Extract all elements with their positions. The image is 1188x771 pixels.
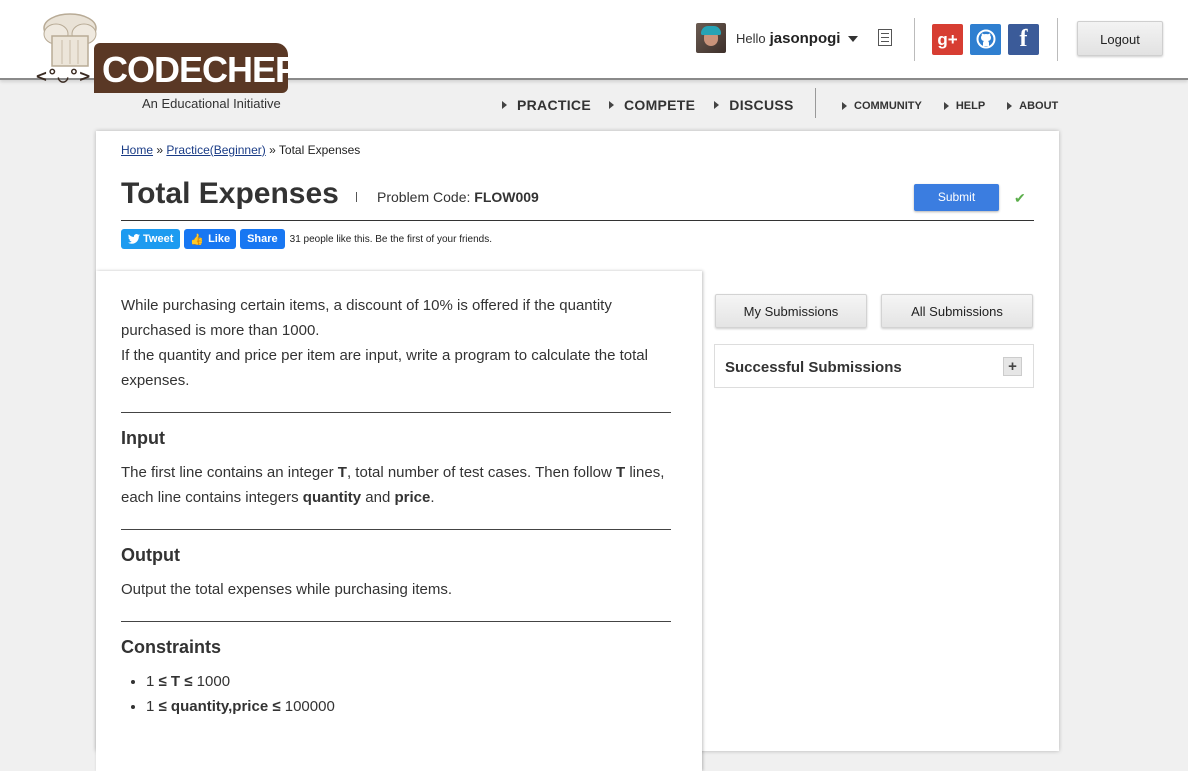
header-divider (914, 18, 915, 61)
checkmark-icon: ✔ (1014, 190, 1026, 206)
main-nav: PRACTICE COMPETE DISCUSS (502, 96, 794, 114)
successful-submissions-panel[interactable]: Successful Submissions + (714, 344, 1034, 388)
problem-code-label: Problem Code: (377, 189, 471, 205)
like-label: Like (208, 233, 231, 245)
chevron-down-icon[interactable] (848, 36, 859, 42)
output-description: Output the total expenses while purchasi… (121, 581, 453, 598)
section-divider (121, 529, 671, 530)
likes-count-text: 31 people like this. Be the first of you… (289, 233, 492, 245)
breadcrumb-current: Total Expenses (278, 143, 361, 157)
input-description: The first line contains an integer T, to… (121, 464, 665, 506)
output-heading: Output (121, 545, 180, 565)
problem-code-value: FLOW009 (474, 189, 539, 205)
nav-about[interactable]: ABOUT (1007, 100, 1058, 112)
nav-divider (815, 88, 816, 118)
like-button[interactable]: 👍 Like (184, 229, 237, 249)
successful-submissions-label: Successful Submissions (725, 359, 902, 376)
constraint-item: 1 ≤ quantity,price ≤ 100000 (146, 694, 335, 719)
logo-text: CODECHEF (102, 49, 297, 90)
nav-label[interactable]: COMPETE (624, 97, 695, 113)
section-divider (121, 621, 671, 622)
page-title: Total Expenses (121, 177, 339, 210)
statement-paragraph: While purchasing certain items, a discou… (121, 297, 612, 339)
my-submissions-button[interactable]: My Submissions (715, 294, 867, 328)
nav-community[interactable]: COMMUNITY (842, 100, 922, 112)
constraint-item: 1 ≤ T ≤ 1000 (146, 669, 335, 694)
share-button[interactable]: Share (240, 229, 285, 249)
notes-icon[interactable] (878, 29, 892, 46)
twitter-icon (128, 234, 140, 244)
breadcrumb-separator: » (156, 143, 164, 157)
user-menu[interactable]: Hello jasonpogi (696, 22, 859, 54)
chef-hat-icon (43, 13, 97, 67)
nav-label[interactable]: HELP (956, 100, 985, 112)
title-divider (356, 192, 357, 202)
codechef-logo[interactable]: <°◡°> CODECHEF An Educational Initiative (36, 12, 297, 112)
submit-button[interactable]: Submit (914, 184, 999, 211)
secondary-nav: COMMUNITY HELP ABOUT (842, 97, 1058, 115)
avatar[interactable] (696, 23, 726, 53)
problem-card: Home » Practice(Beginner) » Total Expens… (96, 131, 1059, 771)
nav-label[interactable]: COMMUNITY (854, 100, 922, 112)
logout-button[interactable]: Logout (1077, 21, 1163, 56)
nav-help[interactable]: HELP (943, 100, 985, 112)
tweet-button[interactable]: Tweet (121, 229, 181, 249)
nav-compete[interactable]: COMPETE (608, 97, 695, 113)
logo-wordmark: CODECHEF (94, 43, 297, 93)
constraints-heading: Constraints (121, 637, 222, 657)
arrow-right-icon (502, 101, 507, 109)
github-icon[interactable] (970, 24, 1001, 55)
plus-icon[interactable]: + (1003, 357, 1022, 376)
breadcrumb-home[interactable]: Home (121, 143, 153, 157)
input-heading: Input (121, 428, 165, 448)
arrow-right-icon (1007, 102, 1013, 110)
facebook-icon[interactable]: f (1008, 24, 1039, 55)
header-divider (1057, 18, 1058, 61)
problem-code: Problem Code: FLOW009 (377, 189, 539, 205)
statement-paragraph: If the quantity and price per item are i… (121, 347, 648, 389)
arrow-right-icon (608, 101, 614, 109)
section-divider (121, 412, 671, 413)
nav-practice[interactable]: PRACTICE (502, 97, 591, 113)
arrow-right-icon (943, 102, 949, 110)
arrow-right-icon (842, 102, 847, 110)
logo-tagline: An Educational Initiative (142, 96, 281, 111)
nav-label[interactable]: ABOUT (1019, 100, 1058, 112)
nav-discuss[interactable]: DISCUSS (714, 97, 793, 113)
breadcrumb: Home » Practice(Beginner) » Total Expens… (121, 143, 360, 157)
constraints-list: 1 ≤ T ≤ 1000 1 ≤ quantity,price ≤ 100000 (121, 669, 335, 719)
nav-label[interactable]: DISCUSS (729, 97, 793, 113)
breadcrumb-practice[interactable]: Practice(Beginner) (166, 143, 265, 157)
chef-face-icon: <°◡°> (36, 66, 91, 87)
share-bar: Tweet 👍 Like Share 31 people like this. … (121, 229, 492, 249)
problem-statement: While purchasing certain items, a discou… (96, 271, 702, 771)
breadcrumb-separator: » (269, 143, 276, 157)
title-rule (121, 220, 1034, 221)
tweet-label: Tweet (143, 233, 174, 245)
greeting-text: Hello (736, 30, 766, 46)
username[interactable]: jasonpogi (770, 30, 841, 47)
arrow-right-icon (714, 101, 720, 109)
thumbs-up-icon: 👍 (190, 233, 205, 246)
nav-label[interactable]: PRACTICE (517, 97, 591, 113)
google-plus-icon[interactable]: g+ (932, 24, 963, 55)
all-submissions-button[interactable]: All Submissions (881, 294, 1033, 328)
